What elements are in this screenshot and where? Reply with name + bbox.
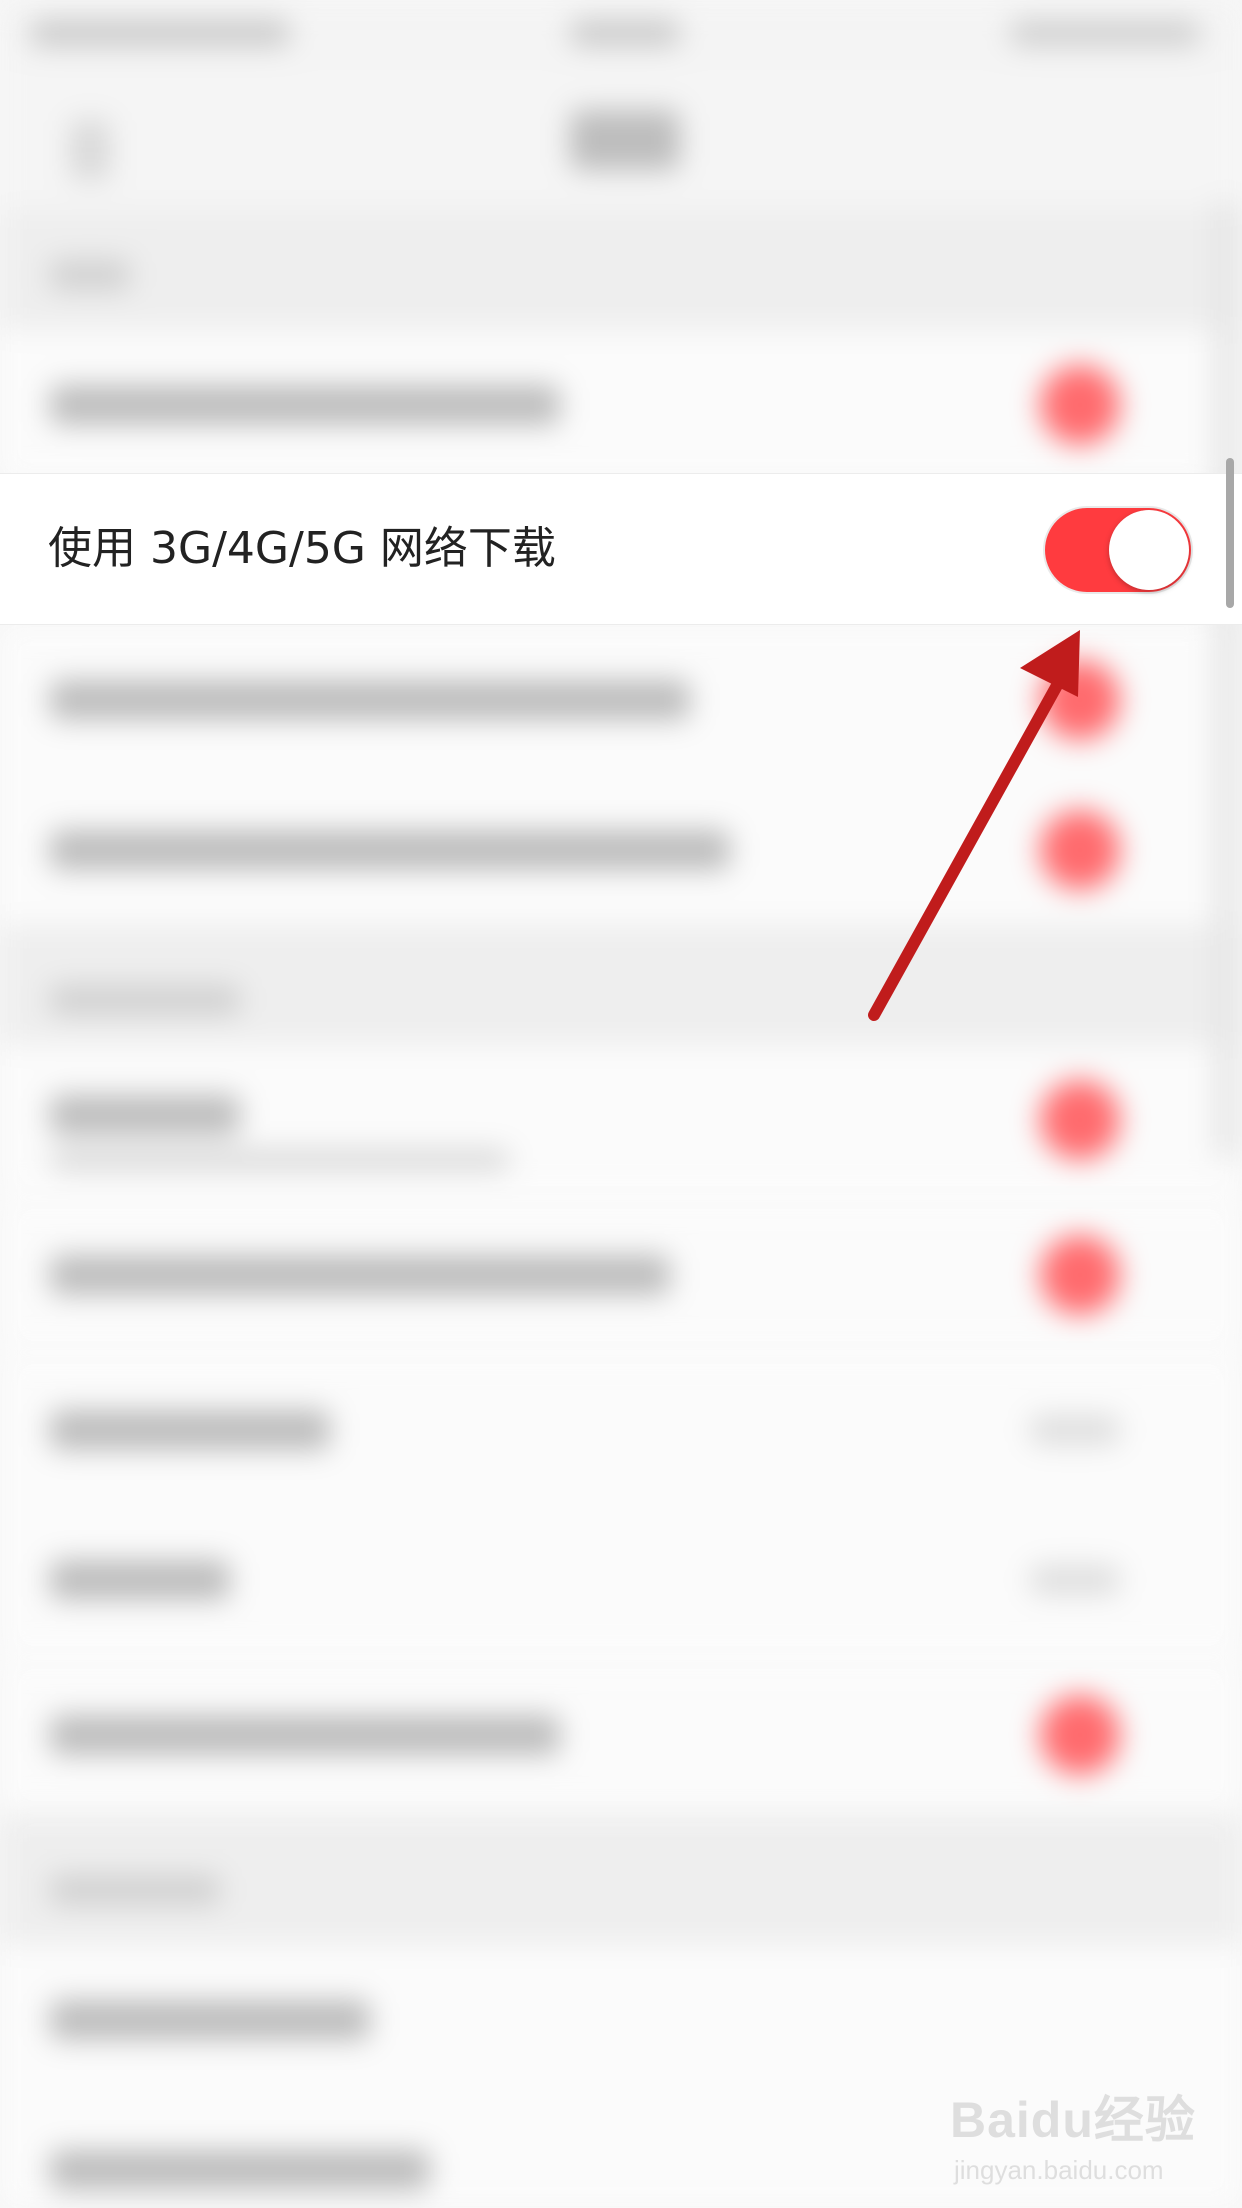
settings-screen: 使用 3G/4G/5G 网络下载 Baidu经验 jingyan.baidu.c… [0, 0, 1242, 2208]
watermark-logo: Baidu经验 [950, 2092, 1196, 2148]
baidu-watermark: Baidu经验 jingyan.baidu.com [950, 2060, 1200, 2190]
arrow-shaft-icon [868, 674, 1066, 1021]
annotation-arrow [868, 630, 1080, 1021]
watermark-url: jingyan.baidu.com [954, 2155, 1164, 2185]
